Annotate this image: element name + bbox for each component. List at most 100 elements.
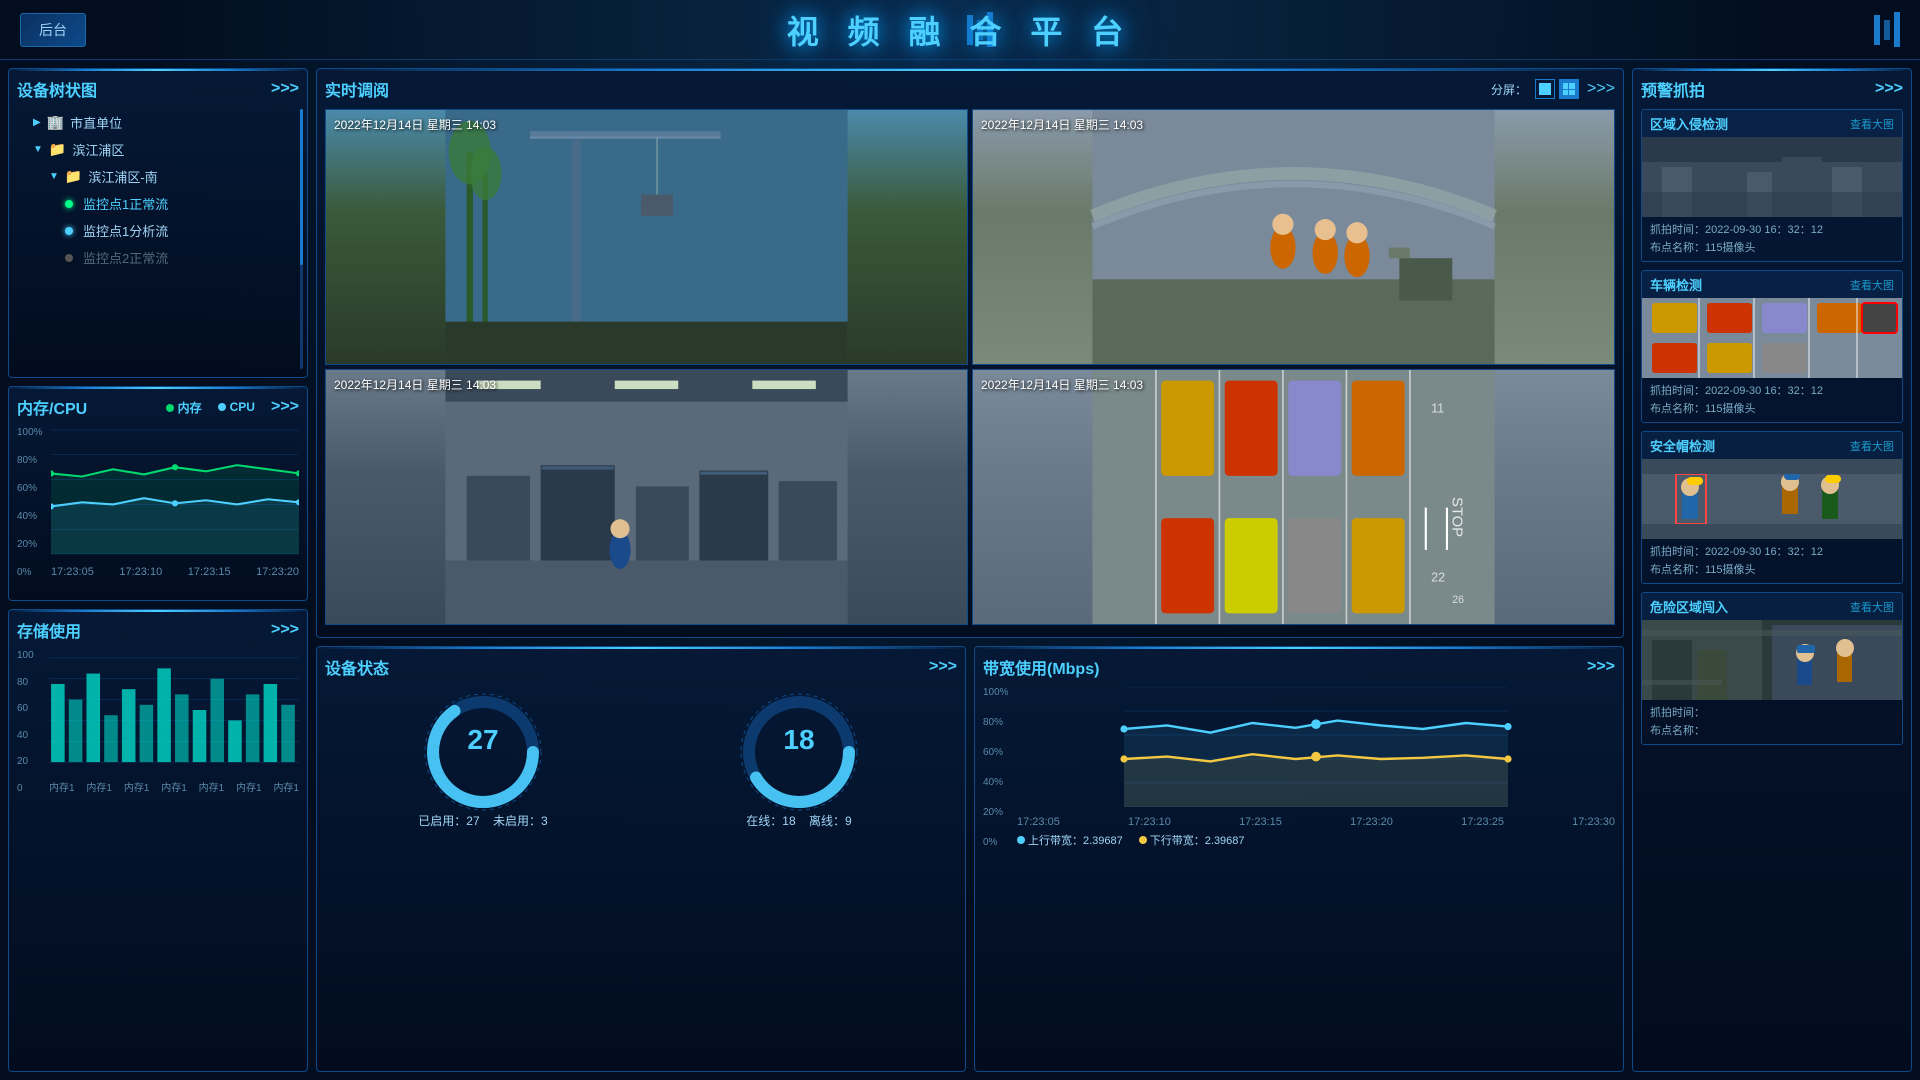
svg-text:26: 26 xyxy=(1452,594,1464,606)
right-column: 预警抓拍 >>> 区域入侵检测 查看大图 xyxy=(1632,68,1912,1072)
tree-item-point1-normal[interactable]: 监控点1正常流 xyxy=(17,190,299,217)
alert-name-3: 危险区域闯入 xyxy=(1650,597,1728,616)
storage-y-labels: 100 80 60 40 20 0 xyxy=(17,650,45,794)
alert-item-0: 区域入侵检测 查看大图 xyxy=(1641,109,1903,262)
alert-item-2: 安全帽检测 查看大图 xyxy=(1641,431,1903,584)
alert-img-0 xyxy=(1642,137,1902,217)
svg-text:22: 22 xyxy=(1431,571,1445,585)
factory-thumbnail xyxy=(1642,137,1902,217)
pujiang-icon: 📁 xyxy=(49,141,66,158)
cpu-dot xyxy=(172,500,178,506)
donut-area: 27 已启用：27 未启用：3 xyxy=(325,687,957,829)
device-tree-panel: 设备树状图 >>> ▶ 🏢 市直单位 ▼ 📁 滨江浦区 xyxy=(8,68,308,378)
tree-scrollbar-thumb xyxy=(300,109,303,265)
storage-more[interactable]: >>> xyxy=(271,622,299,638)
back-button[interactable]: 后台 xyxy=(20,13,86,47)
video-timestamp-4: 2022年12月14日 星期三 14:03 xyxy=(981,376,1143,393)
alert-title: 预警抓拍 >>> xyxy=(1641,77,1903,101)
svg-text:18: 18 xyxy=(783,724,814,755)
decor-bar-5 xyxy=(1884,20,1890,40)
tree-arrow-city: ▶ xyxy=(33,117,41,128)
tree-item-pujiang-south[interactable]: ▼ 📁 滨江浦区-南 xyxy=(17,163,299,190)
alert-header-3: 危险区域闯入 查看大图 xyxy=(1642,593,1902,620)
bandwidth-panel: 带宽使用(Mbps) >>> 100% 80% 60% 40% 20% 0% xyxy=(974,646,1624,1072)
city-icon: 🏢 xyxy=(47,114,64,131)
alert-header-0: 区域入侵检测 查看大图 xyxy=(1642,110,1902,137)
bw-x-labels: 17:23:05 17:23:10 17:23:15 17:23:20 17:2… xyxy=(1017,816,1615,828)
video-timestamp-3: 2022年12月14日 星期三 14:03 xyxy=(334,376,496,393)
tree-item-pujiang[interactable]: ▼ 📁 滨江浦区 xyxy=(17,136,299,163)
cpu-mem-title: 内存/CPU 内存 CPU >>> xyxy=(17,395,299,419)
bandwidth-legend: 上行带宽：2.39687 下行带宽：2.39687 xyxy=(1017,832,1615,848)
svg-text:27: 27 xyxy=(467,724,498,755)
upload-legend-dot xyxy=(1017,836,1025,844)
video-grid: 2022年12月14日 星期三 14:03 xyxy=(325,109,1615,625)
storage-chart xyxy=(49,650,299,770)
svg-text:11: 11 xyxy=(1431,401,1444,415)
dot-gray-icon xyxy=(65,254,73,262)
alert-meta-1: 抓拍时间：2022-09-30 16：32：12 布点名称：115摄像头 xyxy=(1642,378,1902,422)
header-decor-right xyxy=(1874,12,1900,47)
dot-green-icon xyxy=(65,200,73,208)
alert-name-0: 区域入侵检测 xyxy=(1650,114,1728,133)
device-tree-more[interactable]: >>> xyxy=(271,81,299,97)
content-area: 设备树状图 >>> ▶ 🏢 市直单位 ▼ 📁 滨江浦区 xyxy=(0,60,1920,1080)
tree-item-point1-analysis[interactable]: 监控点1分析流 xyxy=(17,217,299,244)
cpu-y-labels: 100% 80% 60% 40% 20% 0% xyxy=(17,427,47,578)
factory-svg xyxy=(326,370,967,624)
alert-view-btn-3[interactable]: 查看大图 xyxy=(1850,599,1894,615)
video-more[interactable]: >>> xyxy=(1587,81,1615,97)
bottom-mid: 设备状态 >>> xyxy=(316,646,1624,1072)
video-cell-4[interactable]: STOP 11 22 26 2022年12月14日 星期三 14:03 xyxy=(972,369,1615,625)
tree-item-city[interactable]: ▶ 🏢 市直单位 xyxy=(17,109,299,136)
alert-meta-2: 抓拍时间：2022-09-30 16：32：12 布点名称：115摄像头 xyxy=(1642,539,1902,583)
bw-y-labels: 100% 80% 60% 40% 20% 0% xyxy=(983,687,1013,848)
cpu-mem-chart xyxy=(51,427,299,557)
bandwidth-title: 带宽使用(Mbps) >>> xyxy=(983,655,1615,679)
mem-legend-dot xyxy=(166,404,174,412)
video-panel: 实时调阅 分屏： xyxy=(316,68,1624,638)
split-4-icon xyxy=(1563,83,1575,95)
donut-enabled: 27 已启用：27 未启用：3 xyxy=(418,687,548,829)
split-1-button[interactable] xyxy=(1535,79,1555,99)
alert-more[interactable]: >>> xyxy=(1875,81,1903,97)
tree-arrow-south: ▼ xyxy=(49,171,59,182)
donut-online: 18 在线：18 离线：9 xyxy=(734,687,864,829)
alert-name-1: 车辆检测 xyxy=(1650,275,1702,294)
alert-item-3: 危险区域闯入 查看大图 xyxy=(1641,592,1903,745)
video-scene-2 xyxy=(973,110,1614,364)
alert-img-3 xyxy=(1642,620,1902,700)
video-cell-3[interactable]: 2022年12月14日 星期三 14:03 xyxy=(325,369,968,625)
svg-text:STOP: STOP xyxy=(1448,497,1464,537)
storage-panel: 存储使用 >>> 100 80 60 40 20 0 xyxy=(8,609,308,1072)
split-4-button[interactable] xyxy=(1559,79,1579,99)
parking-thumbnail xyxy=(1642,298,1902,378)
alert-view-btn-1[interactable]: 查看大图 xyxy=(1850,277,1894,293)
device-status-more[interactable]: >>> xyxy=(929,659,957,675)
cpu-mem-panel: 内存/CPU 内存 CPU >>> 100% 80% 60% 40% xyxy=(8,386,308,601)
industry-thumbnail xyxy=(1642,620,1902,700)
video-cell-2[interactable]: 2022年12月14日 星期三 14:03 xyxy=(972,109,1615,365)
alert-view-btn-2[interactable]: 查看大图 xyxy=(1850,438,1894,454)
left-column: 设备树状图 >>> ▶ 🏢 市直单位 ▼ 📁 滨江浦区 xyxy=(8,68,308,1072)
header: 后台 视 频 融 合 平 台 xyxy=(0,0,1920,60)
bandwidth-more[interactable]: >>> xyxy=(1587,659,1615,675)
workers-thumbnail xyxy=(1642,459,1902,539)
tree-scrollbar[interactable] xyxy=(300,109,303,369)
tree-item-point2-normal[interactable]: 监控点2正常流 xyxy=(17,244,299,271)
alert-view-btn-0[interactable]: 查看大图 xyxy=(1850,116,1894,132)
page-title: 视 频 融 合 平 台 xyxy=(787,7,1133,53)
cpu-mem-legend: 内存 CPU xyxy=(166,399,255,416)
middle-column: 实时调阅 分屏： xyxy=(316,68,1624,1072)
cpu-mem-more[interactable]: >>> xyxy=(271,399,299,415)
alert-panel: 预警抓拍 >>> 区域入侵检测 查看大图 xyxy=(1632,68,1912,1072)
alert-img-2 xyxy=(1642,459,1902,539)
alert-item-1: 车辆检测 查看大图 xyxy=(1641,270,1903,423)
crane-svg xyxy=(326,110,967,364)
alert-name-2: 安全帽检测 xyxy=(1650,436,1715,455)
download-legend-dot xyxy=(1139,836,1147,844)
decor-bar-4 xyxy=(1874,15,1880,45)
split-buttons xyxy=(1535,79,1579,99)
device-status-panel: 设备状态 >>> xyxy=(316,646,966,1072)
video-cell-1[interactable]: 2022年12月14日 星期三 14:03 xyxy=(325,109,968,365)
